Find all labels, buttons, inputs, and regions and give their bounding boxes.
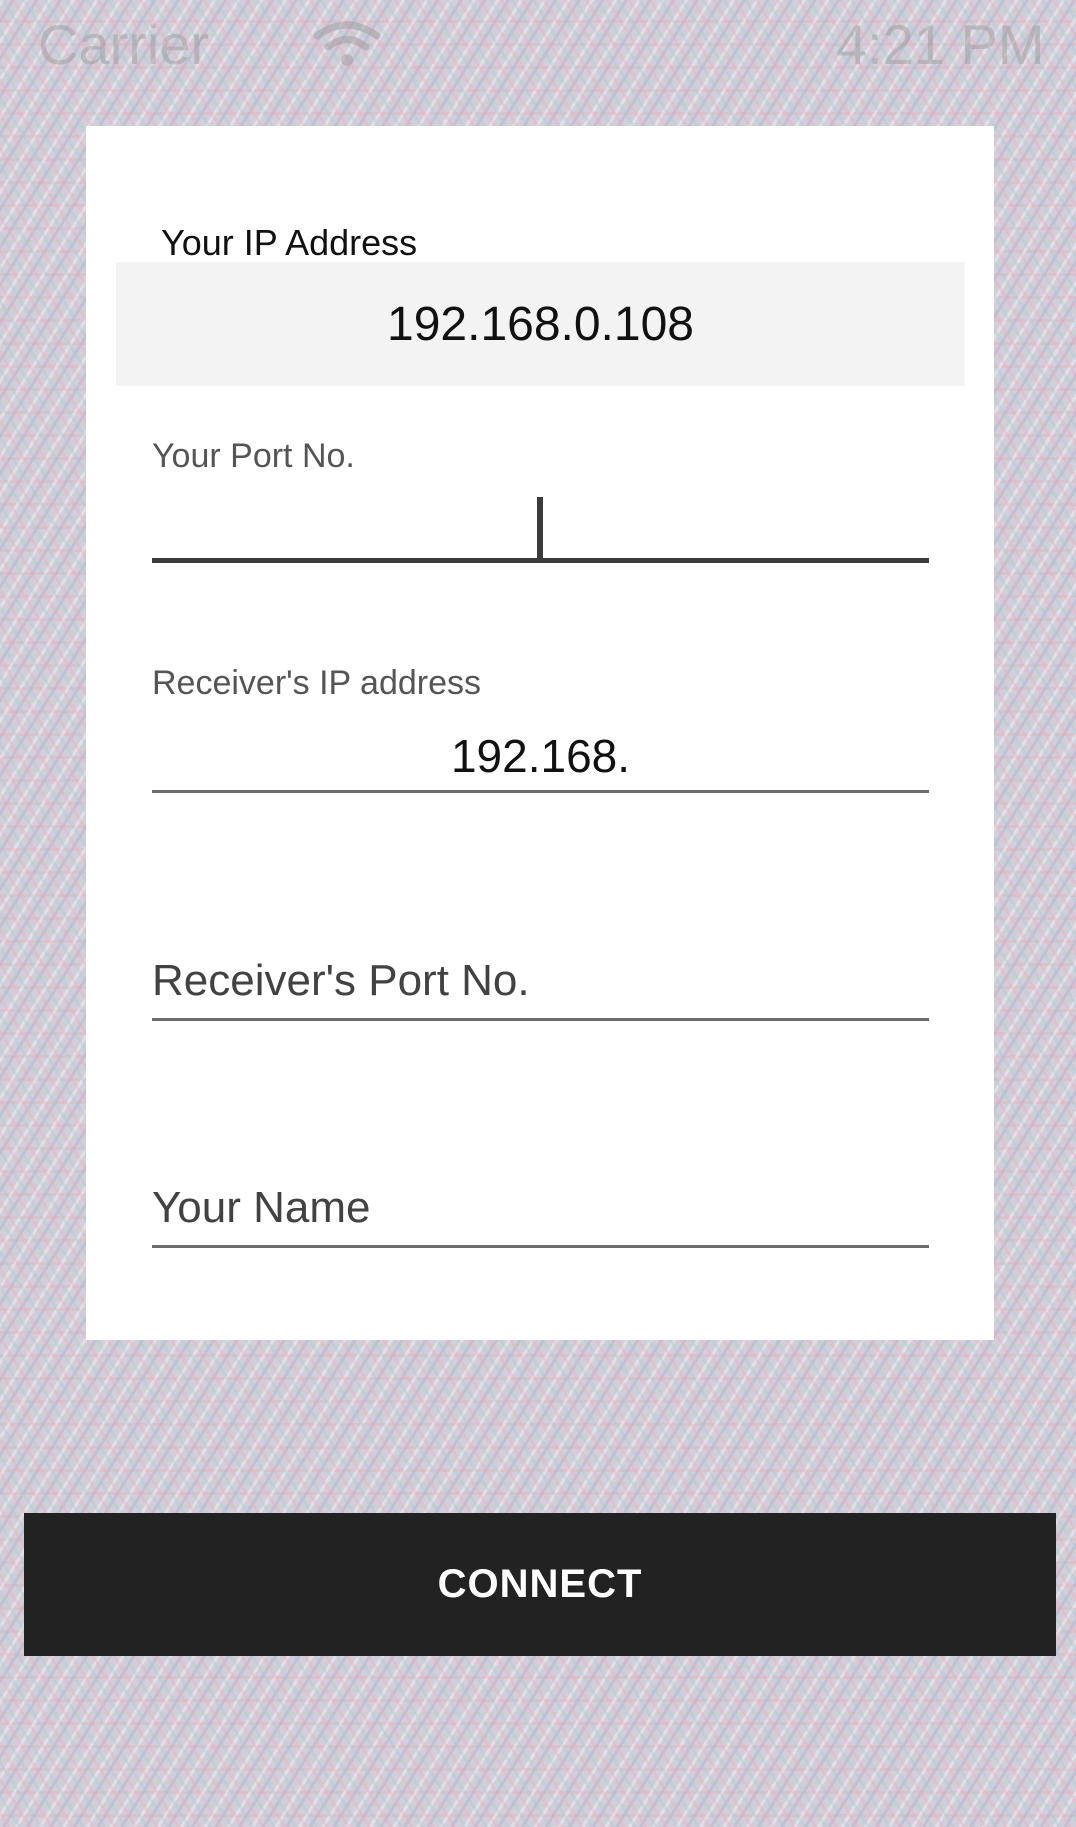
clock: 4:21 PM xyxy=(836,13,1045,76)
your-ip-label: Your IP Address xyxy=(161,222,418,263)
receiver-ip-field: Receiver's IP address xyxy=(152,658,929,793)
receiver-ip-underline xyxy=(152,790,929,793)
your-name-field[interactable]: Your Name xyxy=(152,1183,929,1253)
carrier-label: Carrier xyxy=(38,13,210,76)
receiver-port-underline xyxy=(152,1018,929,1021)
your-port-label: Your Port No. xyxy=(152,437,355,475)
receiver-port-field[interactable]: Receiver's Port No. xyxy=(152,956,929,1026)
text-cursor xyxy=(537,497,543,559)
receiver-port-placeholder: Receiver's Port No. xyxy=(152,956,530,1005)
receiver-ip-label: Receiver's IP address xyxy=(152,664,482,702)
connect-button[interactable]: CONNECT xyxy=(24,1513,1056,1656)
your-name-placeholder: Your Name xyxy=(152,1183,371,1232)
status-bar: Carrier 4:21 PM xyxy=(0,0,1076,88)
your-port-field: Your Port No. xyxy=(152,431,929,563)
your-ip-value: 192.168.0.108 xyxy=(116,262,965,386)
your-name-underline xyxy=(152,1245,929,1248)
receiver-ip-input[interactable] xyxy=(152,728,929,784)
connection-form-card: Your IP Address 192.168.0.108 Your Port … xyxy=(86,126,994,1340)
wifi-icon xyxy=(313,21,381,66)
your-port-underline xyxy=(152,558,929,563)
